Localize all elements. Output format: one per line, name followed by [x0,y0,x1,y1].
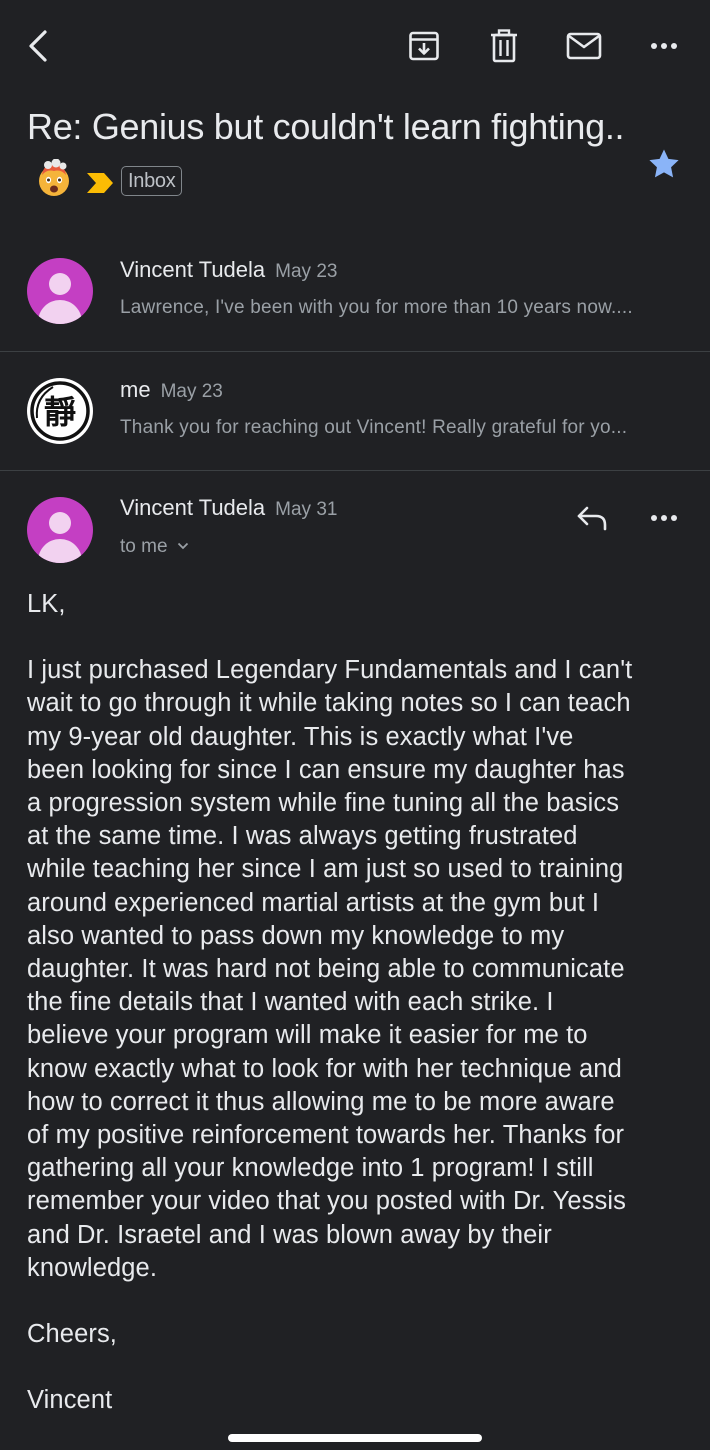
avatar[interactable]: 靜 [27,378,93,444]
archive-icon [409,31,439,61]
message-snippet: Lawrence, I've been with you for more th… [120,297,633,318]
sender-name: Vincent Tudela [120,495,266,520]
collapsed-message[interactable]: Vincent Tudela May 23 Lawrence, I've been… [0,240,710,350]
sender-name: Vincent Tudela [120,257,266,282]
subject-text: Re: Genius but couldn't learn fighting.. [27,106,625,147]
back-button[interactable] [18,26,58,66]
divider [0,470,710,471]
signoff: Cheers, [27,1320,117,1349]
recipient-details[interactable]: to me [120,536,189,558]
important-marker-icon[interactable] [85,171,115,195]
collapsed-message[interactable]: 靜 me May 23 Thank you for reaching out Vi… [0,352,710,470]
body-paragraph: I just purchased Legendary Fundamentals … [27,656,633,1282]
svg-text:靜: 靜 [44,393,76,431]
reply-icon [577,506,607,531]
more-options-button[interactable] [644,26,684,66]
open-message-header: Vincent Tudela May 31 [120,495,337,521]
trash-icon [491,29,517,63]
mail-icon [566,32,602,60]
message-snippet: Thank you for reaching out Vincent! Real… [120,417,628,438]
star-button[interactable] [642,142,686,186]
avatar[interactable] [27,258,93,324]
exploding-head-emoji [35,159,73,197]
message-date: May 31 [275,499,338,520]
inbox-label[interactable]: Inbox [121,166,183,196]
email-subject: Re: Genius but couldn't learn fighting..… [27,100,627,208]
message-body: LK, I just purchased Legendary Fundament… [27,588,695,1450]
message-date: May 23 [160,381,223,402]
greeting: LK, [27,590,66,618]
sender-name: me [120,377,151,402]
delete-button[interactable] [484,26,524,66]
mark-unread-button[interactable] [562,26,606,66]
archive-button[interactable] [404,26,444,66]
sender-avatar[interactable] [27,497,93,563]
recipient-text: to me [120,536,168,557]
message-date: May 23 [275,261,338,282]
signature: Vincent [27,1386,113,1415]
message-more-button[interactable] [644,498,684,538]
more-horizontal-icon [651,43,677,49]
more-horizontal-icon [651,515,677,521]
chevron-left-icon [29,30,47,62]
home-indicator[interactable] [228,1434,482,1442]
reply-button[interactable] [570,498,614,538]
star-icon [649,149,679,178]
chevron-down-icon [177,542,188,550]
